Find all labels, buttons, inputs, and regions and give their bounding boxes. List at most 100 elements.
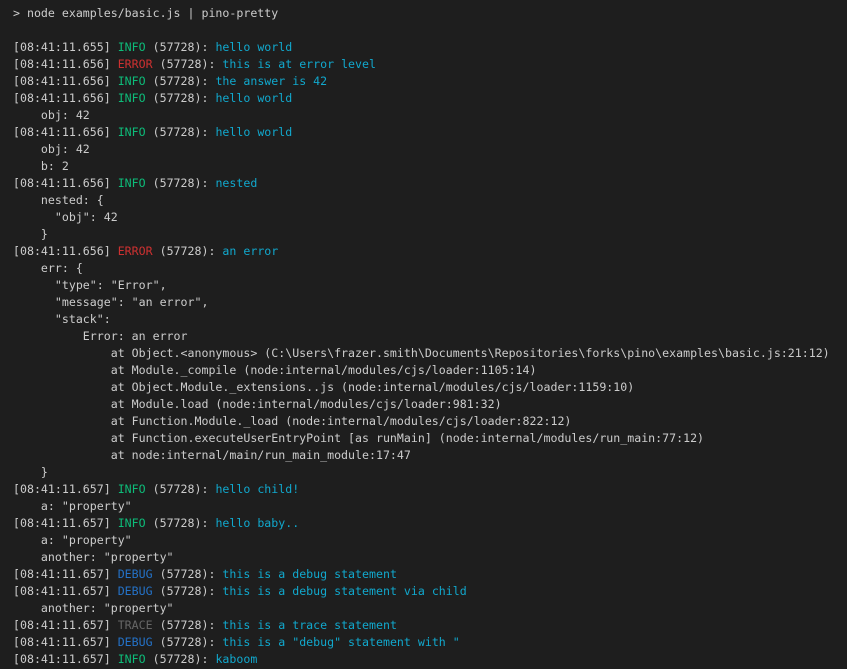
- log-detail-text: another: "property": [13, 601, 174, 615]
- log-level: DEBUG: [118, 584, 153, 598]
- log-message: this is a "debug" statement with ": [222, 635, 459, 649]
- log-detail-text: obj: 42: [13, 108, 90, 122]
- log-level: INFO: [118, 652, 146, 666]
- log-message: hello baby..: [215, 516, 299, 530]
- log-line: [08:41:11.657] TRACE (57728): this is a …: [13, 617, 847, 634]
- log-detail-text: "message": "an error",: [13, 295, 208, 309]
- log-message: hello child!: [215, 482, 299, 496]
- log-detail-text: "stack":: [13, 312, 111, 326]
- log-timestamp: [08:41:11.656]: [13, 244, 118, 258]
- log-detail-text: at Function.executeUserEntryPoint [as ru…: [13, 431, 704, 445]
- log-detail-line: "message": "an error",: [13, 294, 847, 311]
- log-detail-line: obj: 42: [13, 107, 847, 124]
- log-timestamp: [08:41:11.656]: [13, 176, 118, 190]
- log-line: [08:41:11.657] INFO (57728): hello baby.…: [13, 515, 847, 532]
- log-detail-line: a: "property": [13, 532, 847, 549]
- blank-line: [13, 22, 847, 39]
- log-message: this is a debug statement via child: [222, 584, 466, 598]
- log-level: DEBUG: [118, 567, 153, 581]
- log-level: INFO: [118, 74, 146, 88]
- log-line: [08:41:11.655] INFO (57728): hello world: [13, 39, 847, 56]
- terminal-window[interactable]: > node examples/basic.js | pino-pretty […: [0, 0, 847, 669]
- log-line: [08:41:11.656] INFO (57728): hello world: [13, 124, 847, 141]
- log-timestamp: [08:41:11.656]: [13, 57, 118, 71]
- command-text: > node examples/basic.js | pino-pretty: [13, 6, 278, 20]
- log-pid: (57728):: [146, 91, 216, 105]
- log-line: [08:41:11.656] INFO (57728): nested: [13, 175, 847, 192]
- log-timestamp: [08:41:11.657]: [13, 516, 118, 530]
- log-level: INFO: [118, 40, 146, 54]
- log-detail-line: at Module._compile (node:internal/module…: [13, 362, 847, 379]
- log-detail-line: another: "property": [13, 600, 847, 617]
- log-timestamp: [08:41:11.656]: [13, 125, 118, 139]
- log-message: hello world: [215, 125, 292, 139]
- log-pid: (57728):: [153, 57, 223, 71]
- log-detail-line: b: 2: [13, 158, 847, 175]
- log-pid: (57728):: [146, 176, 216, 190]
- log-timestamp: [08:41:11.657]: [13, 652, 118, 666]
- log-pid: (57728):: [146, 652, 216, 666]
- log-line: [08:41:11.657] INFO (57728): kaboom: [13, 651, 847, 668]
- log-line: [08:41:11.657] INFO (57728): hello child…: [13, 481, 847, 498]
- log-level: ERROR: [118, 244, 153, 258]
- log-level: INFO: [118, 125, 146, 139]
- log-message: this is a trace statement: [222, 618, 397, 632]
- log-timestamp: [08:41:11.656]: [13, 91, 118, 105]
- log-line: [08:41:11.657] DEBUG (57728): this is a …: [13, 566, 847, 583]
- log-detail-text: a: "property": [13, 533, 132, 547]
- log-timestamp: [08:41:11.657]: [13, 482, 118, 496]
- log-timestamp: [08:41:11.657]: [13, 567, 118, 581]
- log-timestamp: [08:41:11.657]: [13, 618, 118, 632]
- log-line: [08:41:11.657] DEBUG (57728): this is a …: [13, 634, 847, 651]
- log-level: INFO: [118, 516, 146, 530]
- log-pid: (57728):: [146, 125, 216, 139]
- log-message: hello world: [215, 91, 292, 105]
- log-detail-text: "obj": 42: [13, 210, 118, 224]
- terminal-output: > node examples/basic.js | pino-pretty […: [0, 0, 847, 668]
- log-detail-text: "type": "Error",: [13, 278, 167, 292]
- log-pid: (57728):: [146, 40, 216, 54]
- log-detail-text: b: 2: [13, 159, 69, 173]
- log-detail-line: at Function.Module._load (node:internal/…: [13, 413, 847, 430]
- log-detail-text: nested: {: [13, 193, 104, 207]
- log-detail-line: Error: an error: [13, 328, 847, 345]
- log-detail-text: obj: 42: [13, 142, 90, 156]
- log-level: ERROR: [118, 57, 153, 71]
- log-detail-line: at Module.load (node:internal/modules/cj…: [13, 396, 847, 413]
- log-detail-text: at Function.Module._load (node:internal/…: [13, 414, 571, 428]
- log-detail-text: a: "property": [13, 499, 132, 513]
- log-pid: (57728):: [153, 567, 223, 581]
- log-timestamp: [08:41:11.655]: [13, 40, 118, 54]
- log-detail-line: at node:internal/main/run_main_module:17…: [13, 447, 847, 464]
- log-message: hello world: [215, 40, 292, 54]
- log-message: this is a debug statement: [222, 567, 397, 581]
- log-detail-line: at Function.executeUserEntryPoint [as ru…: [13, 430, 847, 447]
- log-line: [08:41:11.656] ERROR (57728): this is at…: [13, 56, 847, 73]
- log-pid: (57728):: [153, 618, 223, 632]
- log-detail-text: at Module._compile (node:internal/module…: [13, 363, 537, 377]
- log-pid: (57728):: [153, 584, 223, 598]
- log-message: nested: [215, 176, 257, 190]
- log-detail-text: at node:internal/main/run_main_module:17…: [13, 448, 411, 462]
- log-detail-text: }: [13, 227, 48, 241]
- log-detail-line: obj: 42: [13, 141, 847, 158]
- log-timestamp: [08:41:11.657]: [13, 635, 118, 649]
- log-timestamp: [08:41:11.657]: [13, 584, 118, 598]
- log-detail-text: another: "property": [13, 550, 174, 564]
- log-detail-line: at Object.Module._extensions..js (node:i…: [13, 379, 847, 396]
- log-detail-line: at Object.<anonymous> (C:\Users\frazer.s…: [13, 345, 847, 362]
- log-detail-text: at Module.load (node:internal/modules/cj…: [13, 397, 502, 411]
- log-line: [08:41:11.656] INFO (57728): hello world: [13, 90, 847, 107]
- log-detail-line: another: "property": [13, 549, 847, 566]
- log-message: this is at error level: [222, 57, 376, 71]
- log-detail-line: }: [13, 464, 847, 481]
- log-detail-line: }: [13, 226, 847, 243]
- log-pid: (57728):: [153, 635, 223, 649]
- command-line: > node examples/basic.js | pino-pretty: [13, 5, 847, 22]
- log-detail-text: err: {: [13, 261, 83, 275]
- log-level: INFO: [118, 482, 146, 496]
- log-detail-text: Error: an error: [13, 329, 188, 343]
- log-timestamp: [08:41:11.656]: [13, 74, 118, 88]
- log-pid: (57728):: [153, 244, 223, 258]
- log-level: DEBUG: [118, 635, 153, 649]
